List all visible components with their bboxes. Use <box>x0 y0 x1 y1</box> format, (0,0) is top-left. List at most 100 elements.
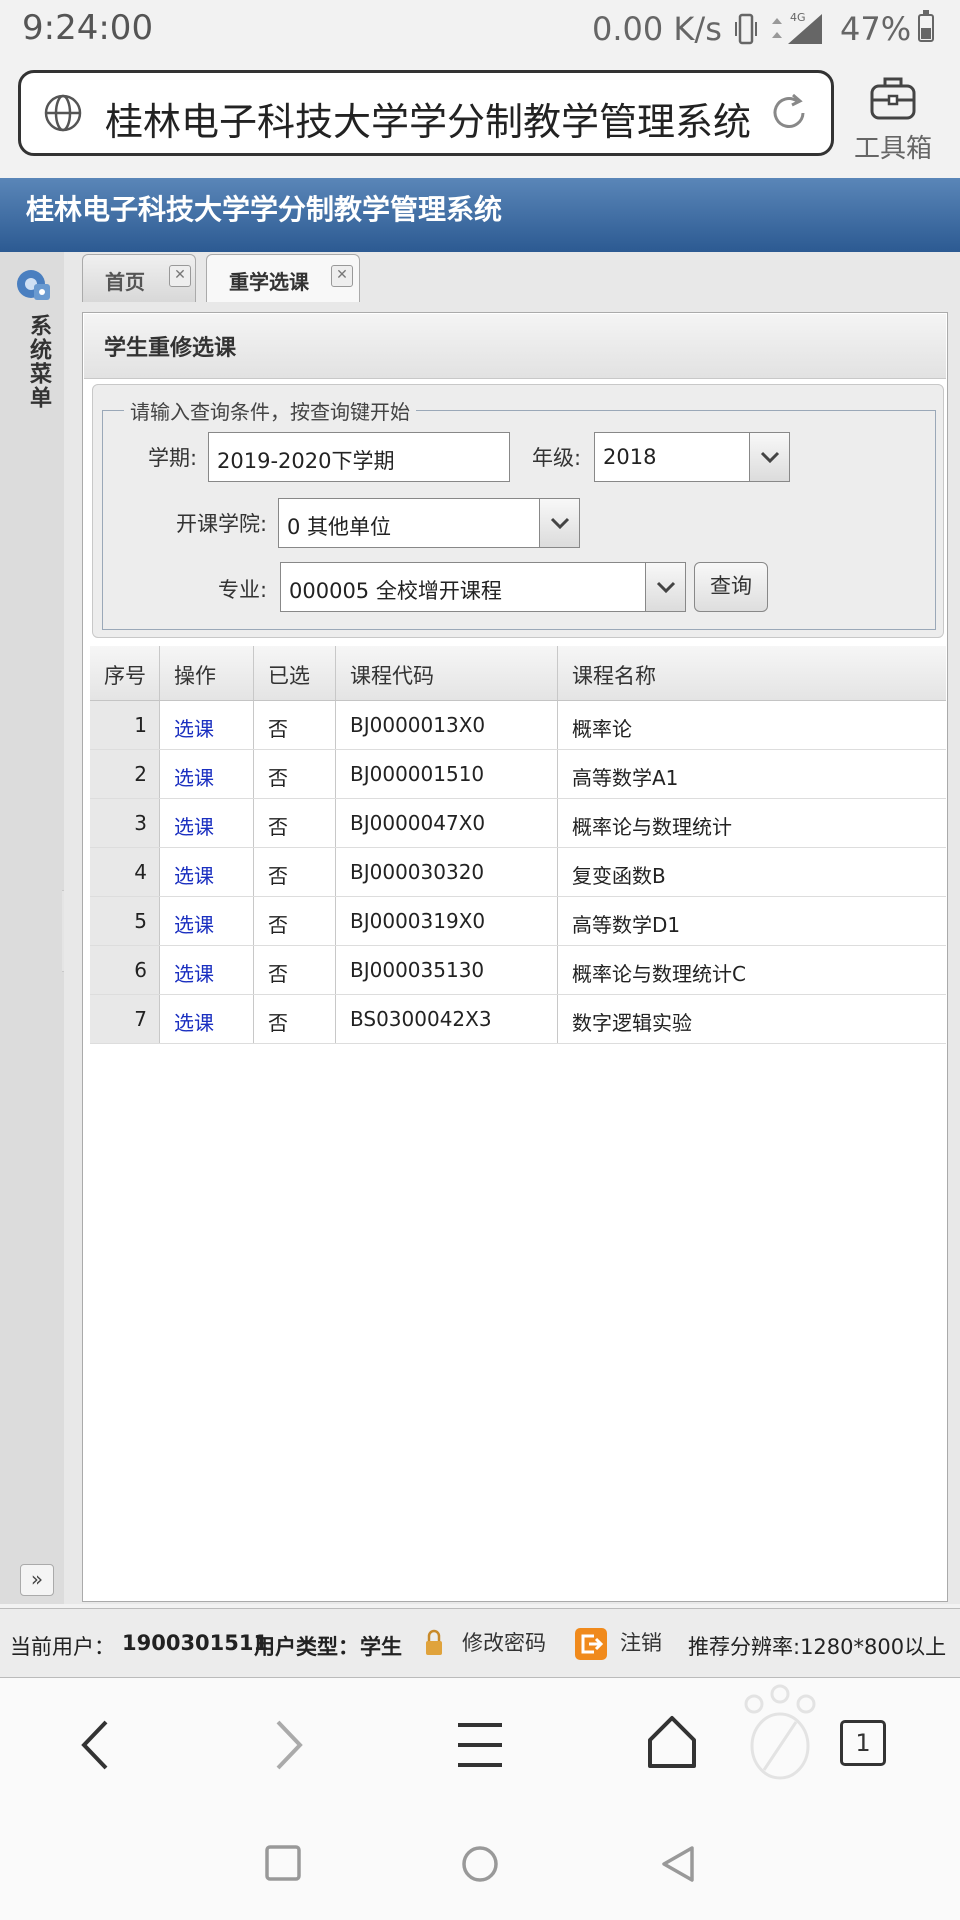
term-input[interactable]: 2019-2020下学期 <box>208 432 510 482</box>
toolbox-button[interactable]: 工具箱 <box>850 72 950 164</box>
query-legend: 请输入查询条件，按查询键开始 <box>124 396 416 425</box>
course-code-cell: BS0300042X3 <box>336 995 558 1043</box>
course-name: 复变函数B <box>572 864 666 888</box>
select-course-link[interactable]: 选课 <box>174 860 214 889</box>
select-course-link[interactable]: 选课 <box>174 1007 214 1036</box>
home-circle-icon[interactable] <box>460 1844 500 1884</box>
course-code-cell: BJ000035130 <box>336 946 558 994</box>
row-number-cell: 5 <box>90 897 160 945</box>
network-type: 4G <box>790 11 806 24</box>
change-password-link[interactable]: 修改密码 <box>462 1627 546 1657</box>
expand-menu-button[interactable]: » <box>20 1564 54 1596</box>
status-footer: 当前用户： 1900301511 用户类型： 学生 修改密码 注销 推荐分辨率:… <box>0 1608 960 1678</box>
select-course-link[interactable]: 选课 <box>174 909 214 938</box>
left-menu-label: 系统菜单 <box>26 314 51 410</box>
dropdown-button[interactable] <box>539 499 579 547</box>
grade-select[interactable]: 2018 <box>594 432 790 482</box>
app-header: 桂林电子科技大学学分制教学管理系统 <box>0 178 960 252</box>
header-cell: 已选 <box>254 646 336 700</box>
course-name: 数字逻辑实验 <box>572 1011 692 1035</box>
close-icon[interactable]: ✕ <box>331 265 353 287</box>
course-code-cell: BJ0000013X0 <box>336 701 558 749</box>
grade-value: 2018 <box>603 445 657 469</box>
select-course-link[interactable]: 选课 <box>174 811 214 840</box>
course-code: BJ000030320 <box>350 860 485 884</box>
header-cell: 序号 <box>90 646 160 700</box>
course-name: 概率论 <box>572 717 632 741</box>
watermark-paw-icon <box>744 1684 816 1780</box>
user-type: 学生 <box>360 1635 402 1659</box>
row-number-cell: 3 <box>90 799 160 847</box>
course-code: BJ000001510 <box>350 762 485 786</box>
back-triangle-icon[interactable] <box>658 1844 698 1884</box>
term-value: 2019-2020下学期 <box>217 449 395 473</box>
row-number: 7 <box>134 1007 147 1031</box>
row-number: 2 <box>134 762 147 786</box>
dropdown-button[interactable] <box>645 563 685 611</box>
selected-status-cell: 否 <box>254 946 336 994</box>
vibrate-icon <box>735 13 757 45</box>
course-code: BJ0000319X0 <box>350 909 486 933</box>
header-cell: 课程代码 <box>336 646 558 700</box>
selected-status: 否 <box>268 1011 288 1035</box>
signal-icon: 4G <box>772 11 822 44</box>
select-course-link-cell[interactable]: 选课 <box>160 995 254 1043</box>
logout-link[interactable]: 注销 <box>620 1627 662 1657</box>
tab-count-button[interactable]: 1 <box>840 1720 886 1766</box>
tab-home[interactable]: 首页 ✕ <box>82 254 196 302</box>
close-icon[interactable]: ✕ <box>169 265 191 287</box>
course-code-cell: BJ0000319X0 <box>336 897 558 945</box>
battery-icon <box>918 10 934 42</box>
course-code-cell: BJ000030320 <box>336 848 558 896</box>
selected-status: 否 <box>268 864 288 888</box>
select-course-link[interactable]: 选课 <box>174 762 214 791</box>
dropdown-button[interactable] <box>749 433 789 481</box>
select-course-link-cell[interactable]: 选课 <box>160 848 254 896</box>
select-course-link[interactable]: 选课 <box>174 713 214 742</box>
select-course-link-cell[interactable]: 选课 <box>160 946 254 994</box>
logout-icon[interactable] <box>574 1627 608 1661</box>
select-course-link-cell[interactable]: 选课 <box>160 750 254 798</box>
select-course-link-cell[interactable]: 选课 <box>160 897 254 945</box>
clock: 9:24:00 <box>22 8 154 48</box>
selected-status-cell: 否 <box>254 897 336 945</box>
table-row: 7 选课 否 BS0300042X3 数字逻辑实验 <box>90 995 946 1044</box>
recents-icon[interactable] <box>264 1844 302 1882</box>
row-number-cell: 1 <box>90 701 160 749</box>
select-course-link-cell[interactable]: 选课 <box>160 799 254 847</box>
major-select[interactable]: 000005 全校增开课程 <box>280 562 686 612</box>
panel-title: 学生重修选课 <box>104 336 237 361</box>
selected-status-cell: 否 <box>254 848 336 896</box>
course-code: BS0300042X3 <box>350 1007 492 1031</box>
current-user-label: 当前用户： <box>10 1635 115 1659</box>
chevron-down-icon <box>760 451 780 463</box>
user-type-label: 用户类型： <box>254 1635 359 1659</box>
college-select[interactable]: 0 其他单位 <box>278 498 580 548</box>
app-title: 桂林电子科技大学学分制教学管理系统 <box>26 193 503 226</box>
address-bar[interactable]: 桂林电子科技大学学分制教学管理系统 <box>18 70 834 156</box>
browser-nav-bar: 1 <box>0 1678 960 1808</box>
course-name: 高等数学A1 <box>572 766 679 790</box>
grade-label: 年级: <box>532 446 582 470</box>
term-label: 学期: <box>148 446 198 470</box>
query-button[interactable]: 查询 <box>694 562 768 612</box>
course-code: BJ0000047X0 <box>350 811 486 835</box>
forward-icon[interactable] <box>272 1718 306 1772</box>
table-row: 2 选课 否 BJ000001510 高等数学A1 <box>90 750 946 799</box>
select-course-link[interactable]: 选课 <box>174 958 214 987</box>
address-text[interactable]: 桂林电子科技大学学分制教学管理系统 <box>105 91 751 146</box>
selected-status: 否 <box>268 815 288 839</box>
back-icon[interactable] <box>78 1718 112 1772</box>
tab-home-label: 首页 <box>105 270 145 294</box>
tab-retake-course[interactable]: 重学选课 ✕ <box>206 254 360 302</box>
course-code-cell: BJ000001510 <box>336 750 558 798</box>
menu-icon[interactable] <box>456 1722 504 1768</box>
globe-icon <box>44 94 82 132</box>
home-icon[interactable] <box>646 1714 698 1770</box>
course-name-cell: 概率论与数理统计C <box>558 946 946 994</box>
resolution-note: 推荐分辨率:1280*800以上 <box>688 1635 947 1659</box>
reload-icon[interactable] <box>767 91 811 135</box>
major-value: 000005 全校增开课程 <box>289 579 502 603</box>
left-menu[interactable]: 系统菜单 <box>0 252 65 1604</box>
select-course-link-cell[interactable]: 选课 <box>160 701 254 749</box>
